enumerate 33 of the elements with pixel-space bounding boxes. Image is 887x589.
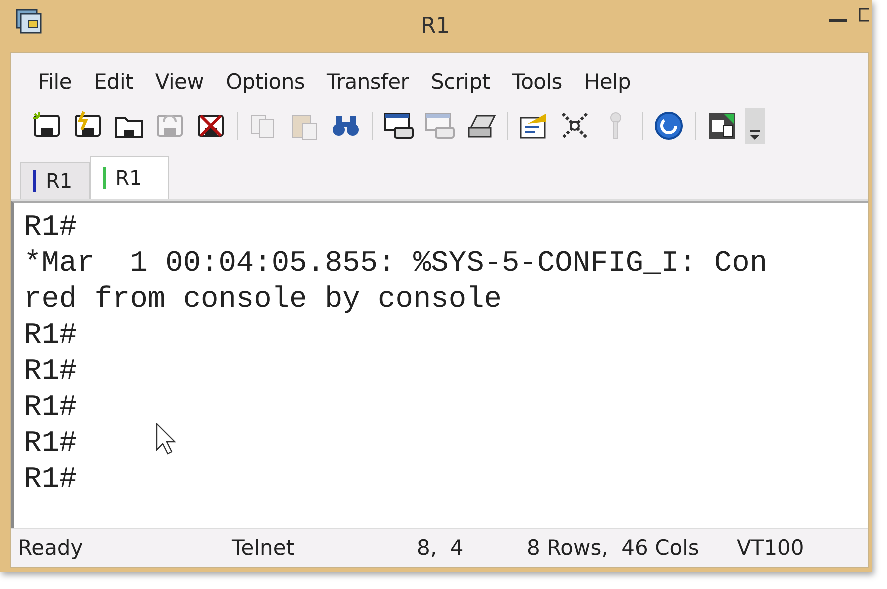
terminal-line: R1#: [24, 461, 78, 497]
menu-item[interactable]: Edit: [82, 70, 144, 94]
tab-label: R1: [116, 166, 142, 190]
status-text: VT100: [737, 536, 804, 560]
maximize-button[interactable]: [859, 8, 869, 22]
terminal-line: *Mar 1 00:04:05.855: %SYS-5-CONFIG_I: Con: [24, 245, 768, 281]
tab-label: R1: [46, 169, 73, 193]
screen-icon[interactable]: [383, 110, 415, 142]
status-text: Telnet: [232, 536, 296, 560]
status-text: 8, 4: [417, 536, 465, 560]
terminal-line: red from console by console: [24, 281, 502, 317]
mouse-pointer-icon: [156, 423, 176, 455]
terminal-line: R1#: [24, 425, 78, 461]
terminal-line: R1#: [24, 353, 78, 389]
session-tab[interactable]: R1: [90, 156, 170, 199]
terminal-line: R1#: [24, 317, 78, 353]
menu-item[interactable]: Transfer: [316, 70, 420, 94]
menu-item[interactable]: Options: [215, 70, 316, 94]
window-title: R1: [420, 14, 452, 38]
menu-item[interactable]: Help: [573, 70, 642, 94]
window-icon: [16, 9, 42, 35]
menu-item[interactable]: Tools: [501, 70, 574, 94]
menu-item[interactable]: File: [27, 70, 83, 94]
toolbar-overflow-button[interactable]: [745, 108, 765, 144]
help-icon[interactable]: [653, 110, 685, 142]
minimize-button[interactable]: [829, 19, 847, 23]
status-text: 8 Rows, 46 Cols: [527, 536, 700, 560]
menu-item[interactable]: View: [144, 70, 216, 94]
status-text: Ready: [17, 536, 84, 560]
terminal-line: R1#: [24, 209, 78, 245]
menu-item[interactable]: Script: [420, 70, 502, 94]
terminal-line: R1#: [24, 389, 78, 425]
session-tab[interactable]: R1: [20, 162, 90, 199]
